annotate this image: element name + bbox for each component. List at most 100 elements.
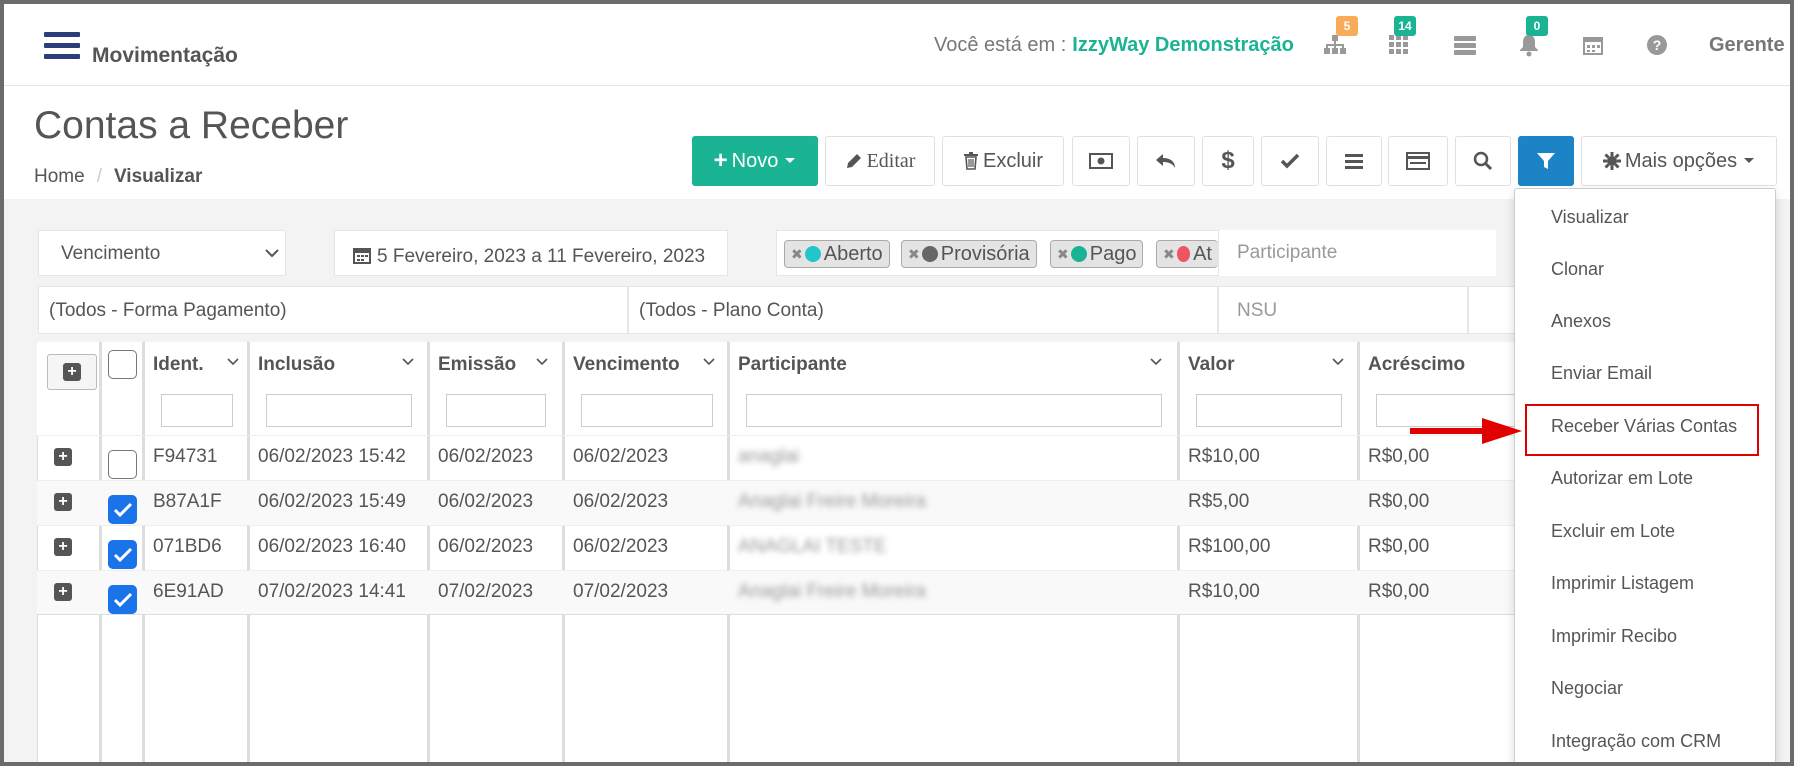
plus-square-icon: + — [63, 363, 81, 381]
status-chip-aberto[interactable]: ✖ Aberto — [784, 240, 890, 268]
mais-opcoes-dropdown: Visualizar Clonar Anexos Enviar Email Re… — [1514, 188, 1776, 762]
menu-item-visualizar[interactable]: Visualizar — [1551, 207, 1629, 228]
table-row[interactable]: + B87A1F 06/02/2023 15:49 06/02/2023 06/… — [37, 480, 1517, 525]
cell-ident: 6E91AD — [153, 581, 224, 602]
search-button[interactable] — [1455, 136, 1511, 186]
menu-item-autorizar-em-lote[interactable]: Autorizar em Lote — [1551, 468, 1693, 489]
filter-button[interactable] — [1518, 136, 1574, 186]
plano-conta-select[interactable]: (Todos - Plano Conta) — [628, 286, 1218, 334]
dollar-button[interactable]: $ — [1202, 136, 1254, 186]
row-checkbox[interactable] — [108, 495, 137, 524]
forma-pagamento-value: (Todos - Forma Pagamento) — [49, 300, 287, 321]
col-header-vencimento[interactable]: Vencimento — [565, 342, 730, 435]
cell-inclusao: 06/02/2023 16:40 — [258, 536, 406, 557]
cell-inclusao: 06/02/2023 15:49 — [258, 491, 406, 512]
menu-item-anexos[interactable]: Anexos — [1551, 311, 1611, 332]
chevron-down-icon[interactable] — [1150, 358, 1162, 366]
remove-chip-icon[interactable]: ✖ — [908, 246, 920, 263]
expand-row-icon[interactable]: + — [54, 538, 72, 556]
select-all-checkbox[interactable] — [108, 350, 137, 379]
breadcrumb: Home / Visualizar — [34, 166, 202, 188]
participante-filter[interactable]: Participante — [1218, 230, 1496, 276]
card-button[interactable] — [1388, 136, 1448, 186]
section-title: Movimentação — [92, 44, 238, 67]
cell-emissao: 07/02/2023 — [438, 581, 534, 602]
chevron-down-icon[interactable] — [402, 358, 414, 366]
col-header-participante[interactable]: Participante — [730, 342, 1180, 435]
status-chip-pago[interactable]: ✖ Pago — [1050, 240, 1144, 268]
cell-acrescimo: R$0,00 — [1368, 446, 1430, 467]
filter-input-ident[interactable] — [161, 394, 233, 427]
menu-item-excluir-em-lote[interactable]: Excluir em Lote — [1551, 521, 1675, 542]
remove-chip-icon[interactable]: ✖ — [1057, 246, 1069, 263]
status-chip-atrasado[interactable]: ✖ At — [1156, 240, 1218, 268]
filter-input-participante[interactable] — [746, 394, 1162, 427]
date-type-select[interactable]: Vencimento — [38, 230, 286, 276]
cell-emissao: 06/02/2023 — [438, 446, 534, 467]
calendar-icon[interactable] — [1578, 30, 1608, 60]
row-checkbox[interactable] — [108, 585, 137, 614]
chip-label: Pago — [1089, 242, 1137, 265]
remove-chip-icon[interactable]: ✖ — [1163, 246, 1175, 263]
table-row[interactable]: + F94731 06/02/2023 15:42 06/02/2023 06/… — [37, 435, 1517, 480]
expand-row-icon[interactable]: + — [54, 493, 72, 511]
table-row[interactable]: + 071BD6 06/02/2023 16:40 06/02/2023 06/… — [37, 525, 1517, 570]
remove-chip-icon[interactable]: ✖ — [791, 246, 803, 263]
filter-input-valor[interactable] — [1196, 394, 1342, 427]
col-label: Acréscimo — [1368, 354, 1466, 375]
editar-button[interactable]: Editar — [825, 136, 935, 186]
filter-input-emissao[interactable] — [446, 394, 546, 427]
editar-label: Editar — [866, 149, 916, 172]
col-header-ident[interactable]: Ident. — [145, 342, 250, 435]
novo-label: Novo — [731, 149, 779, 172]
chevron-down-icon[interactable] — [536, 358, 548, 366]
hamburger-menu-icon[interactable] — [44, 32, 80, 62]
mais-opcoes-button[interactable]: Mais opções — [1581, 136, 1777, 186]
check-button[interactable] — [1261, 136, 1319, 186]
company-link[interactable]: IzzyWay Demonstração — [1072, 34, 1294, 56]
filter-input-inclusao[interactable] — [266, 394, 412, 427]
col-label: Inclusão — [258, 354, 336, 375]
status-chip-provisoria[interactable]: ✖ Provisória — [901, 240, 1037, 268]
expand-row-icon[interactable]: + — [54, 583, 72, 601]
expand-row-icon[interactable]: + — [54, 448, 72, 466]
filter-input-vencimento[interactable] — [581, 394, 713, 427]
user-menu[interactable]: Gerente — [1709, 34, 1785, 57]
breadcrumb-home[interactable]: Home — [34, 166, 85, 187]
mais-opcoes-label: Mais opções — [1624, 149, 1738, 172]
date-range-value: 5 Fevereiro, 2023 a 11 Fevereiro, 2023 — [377, 246, 706, 267]
date-range-field[interactable]: 5 Fevereiro, 2023 a 11 Fevereiro, 2023 — [334, 230, 728, 276]
novo-button[interactable]: + Novo — [692, 136, 818, 186]
menu-item-imprimir-listagem[interactable]: Imprimir Listagem — [1551, 573, 1694, 594]
forma-pagamento-select[interactable]: (Todos - Forma Pagamento) — [38, 286, 628, 334]
cell-valor: R$10,00 — [1188, 581, 1260, 602]
col-header-inclusao[interactable]: Inclusão — [250, 342, 430, 435]
col-header-emissao[interactable]: Emissão — [430, 342, 565, 435]
extra-filter-field[interactable] — [1468, 286, 1518, 334]
list-button[interactable] — [1326, 136, 1382, 186]
menu-item-clonar[interactable]: Clonar — [1551, 259, 1604, 280]
menu-item-imprimir-recibo[interactable]: Imprimir Recibo — [1551, 626, 1677, 647]
chevron-down-icon[interactable] — [703, 358, 715, 366]
status-dot — [921, 246, 938, 262]
row-checkbox[interactable] — [108, 450, 137, 479]
chevron-down-icon[interactable] — [1332, 358, 1344, 366]
undo-button[interactable] — [1137, 136, 1195, 186]
checkmark-icon — [113, 547, 133, 563]
col-header-valor[interactable]: Valor — [1180, 342, 1360, 435]
money-button[interactable] — [1072, 136, 1130, 186]
menu-item-integracao-crm[interactable]: Integração com CRM — [1551, 731, 1721, 752]
menu-item-negociar[interactable]: Negociar — [1551, 678, 1623, 699]
row-checkbox[interactable] — [108, 540, 137, 569]
server-icon[interactable] — [1450, 30, 1480, 60]
col-label: Ident. — [153, 354, 204, 375]
help-icon[interactable]: ? — [1642, 30, 1672, 60]
chevron-down-icon[interactable] — [227, 358, 239, 366]
check-icon — [1280, 153, 1300, 169]
table-row[interactable]: + 6E91AD 07/02/2023 14:41 07/02/2023 07/… — [37, 570, 1517, 615]
cell-participante: Anaglai Freire Moreira — [738, 491, 926, 512]
excluir-button[interactable]: Excluir — [942, 136, 1064, 186]
nsu-input[interactable]: NSU — [1218, 286, 1468, 334]
menu-item-enviar-email[interactable]: Enviar Email — [1551, 363, 1652, 384]
expand-all-button[interactable]: + — [47, 354, 97, 390]
